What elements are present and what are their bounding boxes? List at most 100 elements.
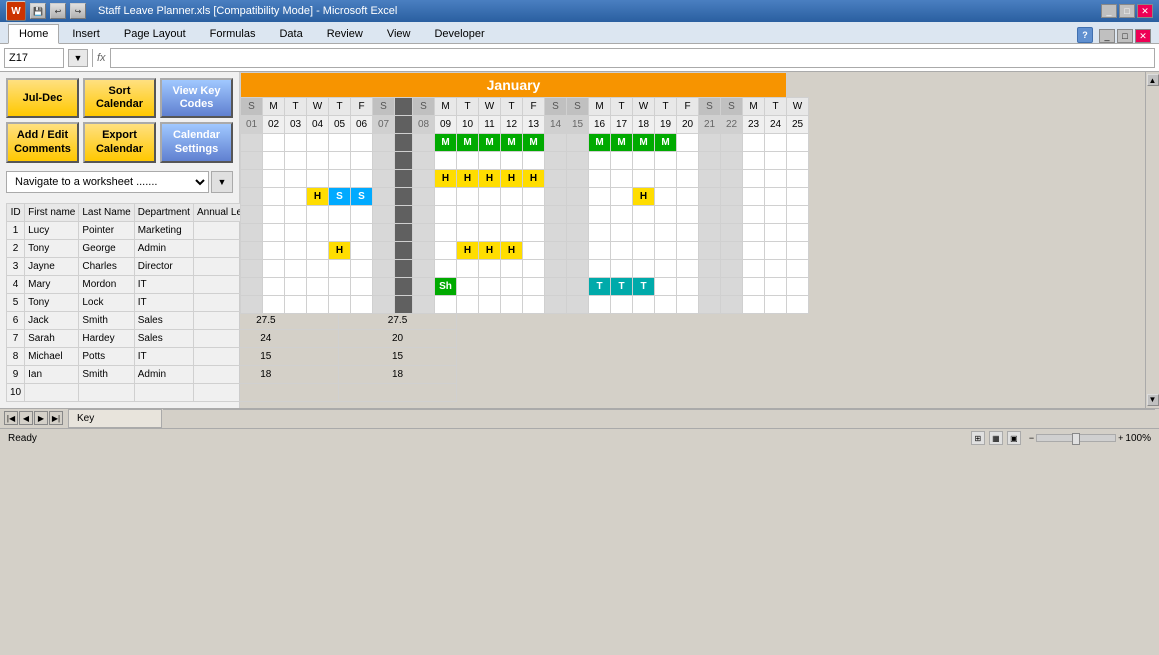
calendar-cell[interactable] [435,296,457,314]
date-number-cell[interactable]: 12 [501,116,523,134]
date-number-cell[interactable]: 09 [435,116,457,134]
calendar-cell[interactable] [285,296,307,314]
calendar-cell[interactable] [589,188,611,206]
calendar-cell[interactable] [589,260,611,278]
calendar-cell[interactable] [633,152,655,170]
calendar-cell[interactable] [787,170,809,188]
calendar-cell[interactable] [765,224,787,242]
calendar-cell[interactable] [241,224,263,242]
cell-lastname[interactable]: Potts [79,347,134,365]
calendar-cell[interactable] [329,152,351,170]
ribbon-close-btn[interactable]: ✕ [1135,29,1151,43]
date-number-cell[interactable]: 11 [479,116,501,134]
date-number-cell[interactable]: 06 [351,116,373,134]
cell-department[interactable] [134,383,193,401]
calendar-cell[interactable] [241,260,263,278]
calendar-cell[interactable] [677,170,699,188]
calendar-cell[interactable] [589,206,611,224]
date-number-cell[interactable]: 03 [285,116,307,134]
calendar-cell[interactable] [765,134,787,152]
cell-lastname[interactable]: George [79,239,134,257]
date-number-cell[interactable]: 14 [545,116,567,134]
calendar-cell[interactable] [699,278,721,296]
calendar-cell[interactable] [721,170,743,188]
calendar-cell[interactable] [545,188,567,206]
calendar-cell[interactable] [765,278,787,296]
calendar-cell[interactable]: H [435,170,457,188]
calendar-cell[interactable] [721,134,743,152]
calendar-cell[interactable] [545,242,567,260]
calendar-cell[interactable] [285,242,307,260]
calendar-cell[interactable] [567,260,589,278]
calendar-cell[interactable] [307,224,329,242]
calendar-cell[interactable] [655,170,677,188]
calendar-cell[interactable] [677,224,699,242]
calendar-cell[interactable] [479,278,501,296]
calendar-cell[interactable] [263,224,285,242]
view-key-codes-button[interactable]: View Key Codes [160,78,233,118]
calendar-cell[interactable] [523,224,545,242]
calendar-cell[interactable] [413,188,435,206]
zoom-thumb[interactable] [1072,433,1080,445]
date-number-cell[interactable]: 15 [567,116,589,134]
cell-lastname[interactable]: Smith [79,311,134,329]
calendar-cell[interactable]: M [435,134,457,152]
cell-department[interactable]: IT [134,275,193,293]
calendar-cell[interactable] [285,170,307,188]
calendar-cell[interactable] [567,134,589,152]
calendar-cell[interactable] [501,278,523,296]
scroll-down-btn[interactable]: ▼ [1147,394,1159,406]
calendar-cell[interactable]: H [457,170,479,188]
calendar-cell[interactable] [787,260,809,278]
calendar-cell[interactable] [567,206,589,224]
date-number-cell[interactable]: 20 [677,116,699,134]
calendar-cell[interactable] [351,170,373,188]
calendar-cell[interactable] [545,206,567,224]
page-break-view-btn[interactable]: ▣ [1007,431,1021,445]
calendar-cell[interactable] [743,152,765,170]
calendar-cell[interactable] [479,152,501,170]
calendar-cell[interactable] [501,152,523,170]
calendar-cell[interactable] [241,206,263,224]
calendar-cell[interactable] [677,296,699,314]
calendar-cell[interactable] [457,278,479,296]
calendar-cell[interactable] [567,224,589,242]
cell-firstname[interactable]: Michael [25,347,79,365]
close-btn[interactable]: ✕ [1137,4,1153,18]
calendar-cell[interactable] [241,278,263,296]
calendar-cell[interactable] [351,278,373,296]
quick-redo-btn[interactable]: ↪ [70,3,86,19]
sort-calendar-button[interactable]: Sort Calendar [83,78,156,118]
calendar-cell[interactable] [329,134,351,152]
calendar-cell[interactable] [241,296,263,314]
normal-view-btn[interactable]: ⊞ [971,431,985,445]
calendar-cell[interactable] [457,224,479,242]
calendar-cell[interactable] [787,296,809,314]
calendar-cell[interactable]: M [633,134,655,152]
calendar-cell[interactable] [413,206,435,224]
cell-firstname[interactable]: Jayne [25,257,79,275]
cell-department[interactable]: Marketing [134,221,193,239]
cell-id[interactable]: 8 [7,347,25,365]
calendar-cell[interactable] [699,134,721,152]
calendar-cell[interactable] [721,188,743,206]
calendar-cell[interactable] [699,206,721,224]
calendar-cell[interactable] [457,296,479,314]
calendar-cell[interactable] [329,206,351,224]
calendar-cell[interactable] [373,134,395,152]
cell-id[interactable]: 2 [7,239,25,257]
calendar-cell[interactable] [567,152,589,170]
name-box-dropdown[interactable]: ▼ [68,49,88,67]
date-number-cell[interactable]: 22 [721,116,743,134]
date-number-cell[interactable]: 25 [787,116,809,134]
calendar-cell[interactable] [787,188,809,206]
calendar-cell[interactable] [677,206,699,224]
calendar-cell[interactable] [479,206,501,224]
calendar-cell[interactable] [523,152,545,170]
calendar-cell[interactable]: S [351,188,373,206]
calendar-cell[interactable] [329,296,351,314]
calendar-cell[interactable]: M [589,134,611,152]
calendar-cell[interactable] [721,260,743,278]
minimize-btn[interactable]: _ [1101,4,1117,18]
calendar-cell[interactable] [589,296,611,314]
